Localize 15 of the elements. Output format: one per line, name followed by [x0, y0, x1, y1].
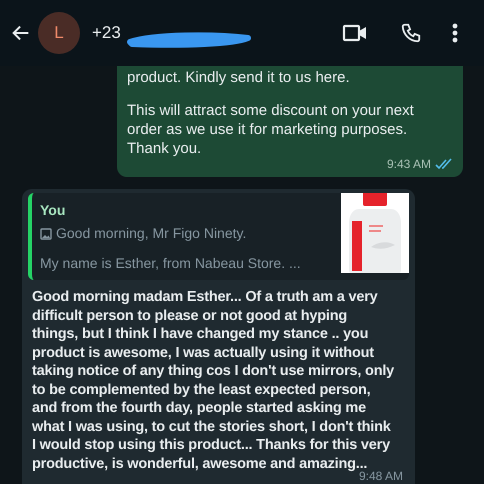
- message-time: 9:43 AM: [386, 156, 431, 172]
- message-text: product. Kindly send it to us here.: [127, 68, 351, 87]
- video-call-icon[interactable]: [342, 23, 368, 43]
- menu-icon[interactable]: [452, 23, 458, 43]
- message-text: Good morning madam Esther... Of a truth am a very difficult person to please or not good at hyping things, but I think I have changed my stance .. you product is awesome, I was actually using it without taking notice of any thing cos I don't use mirrors, only to be complemented by the least expected person, and from the fourth day, people started asking me what I was using, to cut the stories short, I don't think I would stop using this product... Thanks for this very productive, is wonderful, awesome and amazing...: [31, 288, 396, 472]
- image-icon: [40, 228, 52, 240]
- quoted-message[interactable]: You Good morning, Mr Figo Ninety. My name is Esther, from Nabeau Store. ...: [28, 193, 409, 280]
- quote-author: You: [40, 201, 66, 220]
- contact-name[interactable]: +23: [92, 20, 121, 46]
- quote-text: My name is Esther, from Nabeau Store. ...: [40, 254, 301, 273]
- phone-icon[interactable]: [400, 22, 422, 44]
- message-time: 9:48 AM: [358, 469, 403, 484]
- message-text: This will attract some discount on your next order as we use it for marketing purposes. Thank you.: [127, 101, 415, 158]
- quote-text: Good morning, Mr Figo Ninety.: [56, 224, 246, 243]
- avatar[interactable]: L: [38, 12, 80, 54]
